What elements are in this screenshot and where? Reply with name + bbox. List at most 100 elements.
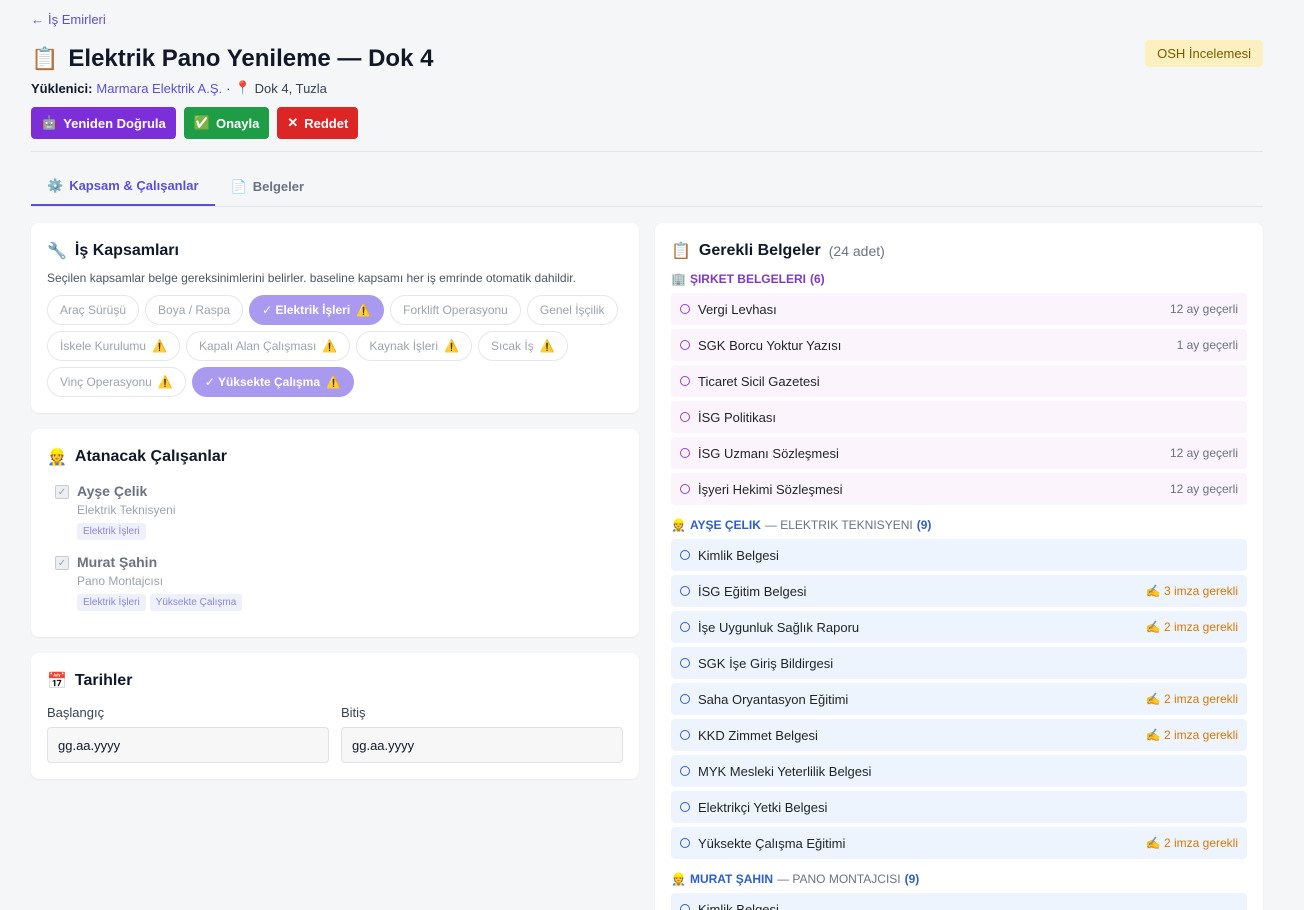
approve-button-label: Onayla [215, 115, 260, 131]
doc-row[interactable]: İSG Politikası [671, 401, 1247, 433]
employee-role: Pano Montajcısı [77, 574, 164, 588]
status-circle-icon [680, 904, 690, 910]
doc-name: Saha Oryantasyon Eğitimi [698, 691, 849, 707]
tab-documents[interactable]: 📄 Belgeler [215, 167, 321, 206]
doc-row[interactable]: İSG Eğitim Belgesi ✍️ 3 imza gerekli [671, 575, 1247, 607]
doc-name: Vergi Levhası [698, 301, 777, 317]
scope-chip-label: Vinç Operasyonu [60, 375, 152, 389]
doc-row[interactable]: Saha Oryantasyon Eğitimi ✍️ 2 imza gerekl… [671, 683, 1247, 715]
company-docs-section: 🏢 ŞIRKET BELGELERI (6) [671, 271, 1247, 287]
employee-docs-role: — PANO MONTAJCISI [777, 872, 901, 886]
employee-docs-role: — ELEKTRIK TEKNISYENI [764, 518, 913, 532]
end-date-input[interactable]: gg.aa.yyyy [341, 727, 623, 763]
employee-doc-sections: 👷 AYŞE ÇELIK — ELEKTRIK TEKNISYENI (9) Kimli… [671, 517, 1247, 910]
doc-row[interactable]: SGK Borcu Yoktur Yazısı 1 ay geçerli [671, 329, 1247, 361]
status-circle-icon [680, 730, 690, 740]
employee-list: ✓ Ayşe Çelik Elektrik Teknisyeni Elektrik İ… [47, 483, 623, 611]
scope-chip[interactable]: Sıcak İş ⚠️ [478, 331, 568, 361]
scope-chip-label: Sıcak İş [491, 339, 534, 353]
doc-row[interactable]: Kimlik Belgesi [671, 893, 1247, 910]
scopes-title: 🔧 İş Kapsamları [47, 239, 623, 263]
scope-chip[interactable]: Genel İşçilik [526, 295, 618, 325]
scope-chip-list: Araç Sürüşü Boya / Raspa ✓ Elektrik İşleri… [47, 295, 623, 397]
scope-chip[interactable]: ✓ Yüksekte Çalışma ⚠️ [191, 367, 354, 397]
doc-row[interactable]: Elektrikçi Yetki Belgesi [671, 791, 1247, 823]
document-icon: 📄 [230, 178, 247, 194]
doc-name: MYK Mesleki Yeterlilik Belgesi [698, 763, 872, 779]
doc-row[interactable]: Ticaret Sicil Gazetesi [671, 365, 1247, 397]
doc-row[interactable]: KKD Zimmet Belgesi ✍️ 2 imza gerekli [671, 719, 1247, 751]
required-docs-count: (24 adet) [828, 243, 885, 259]
status-circle-icon [680, 802, 690, 812]
status-circle-icon [680, 412, 690, 422]
tab-scope-employees[interactable]: ⚙️ Kapsam & Çalışanlar [31, 167, 215, 206]
doc-row[interactable]: SGK İşe Giriş Bildirgesi [671, 647, 1247, 679]
status-circle-icon [680, 484, 690, 494]
scope-chip[interactable]: Araç Sürüşü [47, 295, 140, 325]
warning-icon: ⚠️ [326, 375, 341, 389]
employee-info: Ayşe Çelik Elektrik Teknisyeni Elektrik İş… [77, 483, 175, 540]
warning-icon: ⚠️ [444, 339, 460, 353]
start-date-input[interactable]: gg.aa.yyyy [47, 727, 329, 763]
doc-row[interactable]: Vergi Levhası 12 ay geçerli [671, 293, 1247, 325]
scope-chip[interactable]: ✓ Elektrik İşleri ⚠️ [249, 295, 385, 325]
contractor-link[interactable]: Marmara Elektrik A.Ş. [96, 81, 222, 96]
dates-title-text: Tarihler [74, 672, 133, 689]
action-bar: 🤖 Yeniden Doğrula ✅ Onayla ✕ Reddet [31, 107, 1263, 139]
start-date-label: Başlangıç [47, 705, 105, 720]
employee-checkbox[interactable]: ✓ [55, 556, 69, 570]
employee-row: ✓ Murat Şahin Pano Montajcısı Elektrik İşle… [47, 554, 623, 611]
tab-label: Belgeler [252, 179, 305, 194]
work-order-meta: Yüklenici: Marmara Elektrik A.Ş. · 📍 Dok… [31, 78, 1263, 98]
scope-chip[interactable]: Forklift Operasyonu [390, 295, 521, 325]
required-docs-title: 📋 Gerekli Belgeler (24 adet) [671, 239, 1247, 263]
scope-chip[interactable]: İskele Kurulumu ⚠️ [47, 331, 180, 361]
doc-row[interactable]: İşe Uygunluk Sağlık Raporu ✍️ 2 imza gere… [671, 611, 1247, 643]
doc-name: İSG Eğitim Belgesi [698, 583, 807, 599]
scopes-title-text: İş Kapsamları [74, 242, 179, 259]
doc-row[interactable]: Kimlik Belgesi [671, 539, 1247, 571]
worker-icon: 👷 [671, 518, 686, 532]
status-circle-icon [680, 658, 690, 668]
doc-row[interactable]: Yüksekte Çalışma Eğitimi ✍️ 2 imza gerekl… [671, 827, 1247, 859]
back-link[interactable]: ← İş Emirleri [31, 10, 106, 28]
employee-docs-count: (9) [904, 872, 920, 886]
employee-tags: Elektrik İşleri Yüksekte Çalışma [77, 594, 243, 611]
page-title: 📋 Elektrik Pano Yenileme — Dok 4 [31, 43, 433, 75]
doc-name: SGK Borcu Yoktur Yazısı [698, 337, 842, 353]
scope-chip-label: İskele Kurulumu [60, 339, 147, 353]
doc-row[interactable]: İşyeri Hekimi Sözleşmesi 12 ay geçerli [671, 473, 1247, 505]
doc-name: İşyeri Hekimi Sözleşmesi [698, 481, 843, 497]
close-icon: ✕ [287, 115, 299, 130]
scope-chip[interactable]: Kapalı Alan Çalışması ⚠️ [186, 331, 351, 361]
doc-row[interactable]: MYK Mesleki Yeterlilik Belgesi [671, 755, 1247, 787]
doc-row[interactable]: İSG Uzmanı Sözleşmesi 12 ay geçerli [671, 437, 1247, 469]
doc-name: SGK İşe Giriş Bildirgesi [698, 655, 834, 671]
check-icon: ✅ [193, 115, 210, 130]
employee-docs-section: 👷 AYŞE ÇELIK — ELEKTRIK TEKNISYENI (9) [671, 517, 1247, 533]
doc-name: İSG Uzmanı Sözleşmesi [698, 445, 839, 461]
doc-name: Ticaret Sicil Gazetesi [698, 373, 820, 389]
wrench-icon: 🔧 [47, 243, 67, 260]
status-badge: OSH İncelemesi [1145, 40, 1263, 67]
scope-tag: Elektrik İşleri [77, 523, 146, 540]
status-circle-icon [680, 340, 690, 350]
gear-icon: ⚙️ [47, 177, 64, 193]
scope-chip[interactable]: Vinç Operasyonu ⚠️ [47, 367, 186, 397]
warning-icon: ⚠️ [322, 339, 338, 353]
reject-button[interactable]: ✕ Reddet [277, 107, 359, 139]
doc-name: İSG Politikası [698, 409, 777, 425]
robot-icon: 🤖 [41, 115, 58, 130]
status-circle-icon [680, 766, 690, 776]
scope-chip[interactable]: Boya / Raspa [145, 295, 244, 325]
scope-chip[interactable]: Kaynak İşleri ⚠️ [356, 331, 473, 361]
warning-icon: ⚠️ [157, 375, 173, 389]
doc-note: ✍️ 2 imza gerekli [1145, 836, 1238, 850]
approve-button[interactable]: ✅ Onayla [183, 107, 270, 139]
employee-checkbox[interactable]: ✓ [55, 485, 69, 499]
back-arrow-icon: ← [31, 11, 44, 27]
reverify-button[interactable]: 🤖 Yeniden Doğrula [31, 107, 176, 139]
contractor-label: Yüklenici: [31, 80, 93, 96]
status-circle-icon [680, 694, 690, 704]
required-docs-card: 📋 Gerekli Belgeler (24 adet) 🏢 ŞIRKET BE… [655, 223, 1263, 910]
